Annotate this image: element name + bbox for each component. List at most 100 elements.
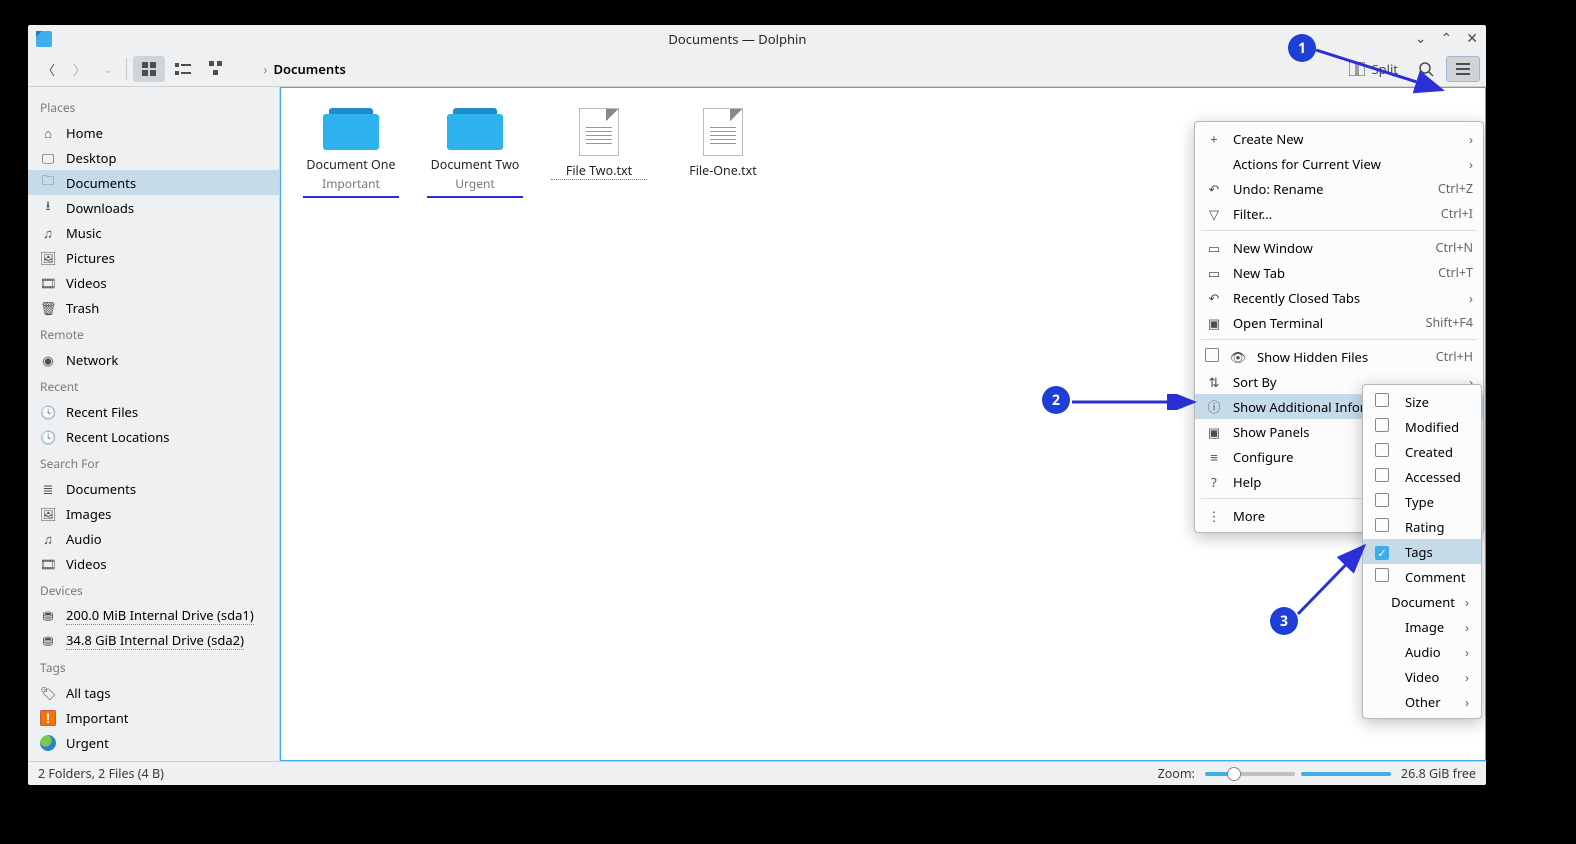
menu-item-rating[interactable]: Rating	[1363, 514, 1481, 539]
file-name: File Two.txt	[551, 162, 647, 180]
menu-item-tags[interactable]: ✓Tags	[1363, 539, 1481, 564]
breadcrumb-location: Documents	[273, 60, 345, 78]
additional-info-submenu: SizeModified Created Accessed TypeRating✓Ta…	[1362, 384, 1482, 719]
icons-view-button[interactable]	[133, 56, 165, 82]
trash-icon: 🗑	[40, 299, 56, 317]
window-title: Documents — Dolphin	[60, 30, 1415, 48]
sidebar-item-documents[interactable]: 🗀Documents	[28, 170, 279, 195]
sidebar-item-desktop[interactable]: 🖵Desktop	[28, 145, 279, 170]
checkbox-icon	[1375, 493, 1389, 507]
doc-icon: ≣	[40, 480, 56, 498]
sidebar-item-audio[interactable]: ♫Audio	[28, 526, 279, 551]
menu-label: Accessed	[1405, 468, 1469, 486]
sidebar-item-home[interactable]: ⌂ Home	[28, 120, 279, 145]
back-button[interactable]: 〈	[34, 55, 63, 84]
details-view-button[interactable]	[201, 56, 233, 82]
menu-item-type[interactable]: Type	[1363, 489, 1481, 514]
sidebar-item-music[interactable]: ♫Music	[28, 220, 279, 245]
zoom-slider[interactable]	[1205, 772, 1391, 776]
nav-dropdown[interactable]: ⌄	[96, 57, 120, 81]
free-space: 26.8 GiB free	[1401, 765, 1476, 782]
shortcut: Ctrl+H	[1436, 348, 1473, 365]
menu-item-document[interactable]: Document ›	[1363, 589, 1481, 614]
split-label: Split	[1371, 60, 1398, 78]
folder-icon	[447, 108, 503, 150]
maximize-button[interactable]: ⌃	[1441, 32, 1453, 46]
menu-item-recently-closed-tabs[interactable]: ↶Recently Closed Tabs›	[1195, 285, 1483, 310]
sidebar-item-label: Desktop	[66, 149, 117, 167]
menu-label: Video	[1405, 668, 1449, 686]
sidebar-item-label: Important	[66, 709, 129, 727]
menu-item-new-tab[interactable]: ▭New TabCtrl+T	[1195, 260, 1483, 285]
menu-item-comment[interactable]: Comment	[1363, 564, 1481, 589]
breadcrumb[interactable]: › Documents	[233, 60, 1341, 78]
menu-item-accessed[interactable]: Accessed	[1363, 464, 1481, 489]
menu-item-new-window[interactable]: ▭New WindowCtrl+N	[1195, 235, 1483, 260]
menu-item-undo-rename[interactable]: ↶Undo: RenameCtrl+Z	[1195, 176, 1483, 201]
menu-label: Tags	[1405, 543, 1469, 561]
minimize-button[interactable]: ⌄	[1415, 32, 1427, 46]
sidebar-item-downloads[interactable]: ⭳Downloads	[28, 195, 279, 220]
chevron-right-icon: ›	[1465, 593, 1469, 611]
sidebar-item-videos[interactable]: 🎞Videos	[28, 551, 279, 576]
menu-item-modified[interactable]: Modified	[1363, 414, 1481, 439]
menu-item-actions-for-current-view[interactable]: Actions for Current View›	[1195, 151, 1483, 176]
file-item[interactable]: File-One.txt	[675, 108, 771, 198]
sidebar-item-label: Documents	[66, 174, 136, 192]
sidebar-item-pictures[interactable]: 🖼Pictures	[28, 245, 279, 270]
sidebar-item-recent-files[interactable]: 🕓Recent Files	[28, 399, 279, 424]
drive-icon: ⛃	[40, 632, 56, 650]
sidebar-item-trash[interactable]: 🗑Trash	[28, 295, 279, 320]
home-icon: ⌂	[40, 124, 56, 142]
sidebar-item-all-tags[interactable]: 🏷All tags	[28, 680, 279, 705]
menu-item-create-new[interactable]: +Create New›	[1195, 126, 1483, 151]
file-item[interactable]: File Two.txt	[551, 108, 647, 198]
sidebar-item-label: Home	[66, 124, 103, 142]
close-button[interactable]: ✕	[1466, 32, 1478, 46]
menu-icon: ▭	[1205, 264, 1223, 282]
menu-item-filter-[interactable]: ▽Filter...Ctrl+I	[1195, 201, 1483, 226]
compact-view-button[interactable]	[167, 56, 199, 82]
chevron-right-icon: ›	[1459, 668, 1469, 686]
menu-label: Audio	[1405, 643, 1449, 661]
menu-label: Document	[1391, 593, 1455, 611]
sidebar-item-network[interactable]: ◉Network	[28, 347, 279, 372]
file-item[interactable]: Document TwoUrgent	[427, 108, 523, 198]
menu-item-video[interactable]: Video ›	[1363, 664, 1481, 689]
folder-icon	[323, 108, 379, 150]
menu-icon: ⋮	[1205, 507, 1223, 525]
video-icon: 🎞	[40, 555, 56, 573]
menu-label: Create New	[1233, 130, 1453, 148]
sidebar-item-documents[interactable]: ≣ Documents	[28, 476, 279, 501]
chevron-right-icon: ›	[1463, 155, 1473, 173]
forward-button[interactable]: 〉	[65, 55, 94, 84]
menu-item-open-terminal[interactable]: ▣Open TerminalShift+F4	[1195, 310, 1483, 335]
checkbox-icon	[1375, 518, 1389, 532]
menu-item-image[interactable]: Image›	[1363, 614, 1481, 639]
sidebar-item-label: Documents	[66, 480, 136, 498]
sidebar-item-200-0-mib-internal-drive-sda1-[interactable]: ⛃200.0 MiB Internal Drive (sda1)	[28, 603, 279, 628]
hamburger-menu-button[interactable]	[1446, 56, 1480, 82]
sidebar-item-34-8-gib-internal-drive-sda2-[interactable]: ⛃34.8 GiB Internal Drive (sda2)	[28, 628, 279, 653]
menu-item-created[interactable]: Created	[1363, 439, 1481, 464]
split-button[interactable]: Split	[1341, 55, 1406, 83]
statusbar: 2 Folders, 2 Files (4 B) Zoom: 26.8 GiB …	[28, 761, 1486, 785]
checkbox-icon	[1375, 568, 1389, 582]
menu-item-show-hidden-files[interactable]: 👁Show Hidden FilesCtrl+H	[1195, 344, 1483, 369]
menu-label: Image	[1405, 618, 1449, 636]
tag-orange-icon: !	[40, 710, 56, 726]
sidebar-item-images[interactable]: 🖼Images	[28, 501, 279, 526]
sidebar-item-recent-locations[interactable]: 🕓Recent Locations	[28, 424, 279, 449]
menu-item-size[interactable]: Size	[1363, 389, 1481, 414]
sidebar-item-label: All tags	[66, 684, 111, 702]
sidebar-item-videos[interactable]: 🎞Videos	[28, 270, 279, 295]
file-item[interactable]: Document OneImportant	[303, 108, 399, 198]
menu-item-audio[interactable]: Audio›	[1363, 639, 1481, 664]
search-button[interactable]	[1410, 56, 1442, 82]
menu-item-other[interactable]: Other›	[1363, 689, 1481, 714]
menu-label: Created	[1405, 443, 1469, 461]
menu-label: New Window	[1233, 239, 1426, 257]
dolphin-icon	[36, 31, 52, 47]
sidebar-item-important[interactable]: ! Important	[28, 705, 279, 730]
sidebar-item-urgent[interactable]: Urgent	[28, 730, 279, 755]
